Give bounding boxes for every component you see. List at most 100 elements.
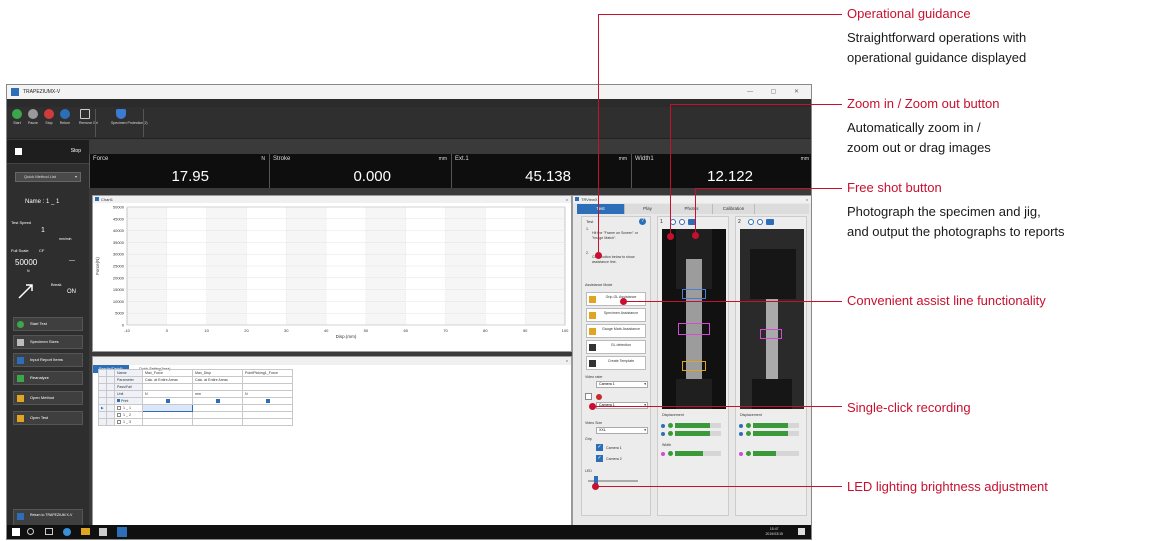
- camera-icon[interactable]: [766, 219, 774, 225]
- return-to-trapezium-button[interactable]: Return to TRAPEZIUM X-V: [13, 509, 83, 526]
- table-row[interactable]: 1 _ 3: [98, 418, 293, 426]
- tab-calibration[interactable]: Calibration: [713, 204, 755, 214]
- trapezium-taskbar-icon[interactable]: [117, 527, 127, 537]
- column-cell[interactable]: mm: [192, 390, 243, 398]
- pause-button[interactable]: Pause: [27, 109, 39, 125]
- grip-camera1-checkbox[interactable]: ✓: [596, 444, 603, 451]
- video-size-select[interactable]: XXL ▾: [596, 427, 648, 434]
- print-cell[interactable]: [142, 397, 193, 405]
- leader-line-assist: [626, 301, 842, 302]
- row-name-cell[interactable]: 1 _ 2: [114, 411, 143, 419]
- column-cell[interactable]: PointPicking1_Force: [242, 369, 293, 377]
- table-row[interactable]: ▶ 1 _ 1: [98, 404, 293, 412]
- specimen-sizes-button[interactable]: Specimen Sizes: [13, 335, 83, 349]
- column-cell[interactable]: Calc. at Entire Areas: [192, 376, 243, 384]
- test-speed-value[interactable]: 1: [41, 227, 45, 234]
- column-cell[interactable]: [192, 383, 243, 391]
- window-controls[interactable]: — ▢ ✕: [747, 85, 807, 99]
- break-value[interactable]: ON: [67, 289, 76, 295]
- record-icon[interactable]: [596, 394, 602, 400]
- record-checkbox[interactable]: [585, 393, 592, 400]
- column-cell[interactable]: Calc. at Entire Areas: [142, 376, 193, 384]
- task-view-icon[interactable]: [45, 528, 53, 535]
- column-cell[interactable]: N: [242, 390, 293, 398]
- quick-method-dropdown[interactable]: Quick Method List ▾: [15, 172, 81, 182]
- start-test-button[interactable]: Start Test: [13, 317, 83, 331]
- specimen-assistance-button[interactable]: Specimen Assistance: [586, 308, 646, 322]
- fixture-top: [750, 249, 796, 299]
- x-tick-label: -10: [124, 328, 131, 333]
- browser-icon[interactable]: [63, 528, 71, 536]
- result-cell[interactable]: [192, 404, 243, 412]
- result-cell[interactable]: [142, 418, 193, 426]
- row-checkbox[interactable]: [117, 413, 121, 418]
- result-cell[interactable]: [192, 411, 243, 419]
- table-row[interactable]: 1 _ 2: [98, 411, 293, 419]
- callout-operational-guidance-desc-2: operational guidance displayed: [847, 50, 1027, 65]
- column-cell[interactable]: Max_Force: [142, 369, 193, 377]
- windows-start-icon[interactable]: [12, 528, 20, 536]
- result-cell[interactable]: [192, 418, 243, 426]
- tab-test[interactable]: Test: [577, 204, 625, 214]
- result-cell[interactable]: [242, 404, 293, 412]
- notification-icon[interactable]: [798, 528, 805, 535]
- x-tick-label: 80: [483, 328, 488, 333]
- reanalyze-button[interactable]: Reanalyze: [13, 371, 83, 385]
- input-report-items-button[interactable]: Input Report Items: [13, 353, 83, 367]
- zoom-in-button[interactable]: [748, 219, 754, 225]
- row-name-cell[interactable]: 1 _ 1: [114, 404, 143, 412]
- column-cell[interactable]: N: [142, 390, 193, 398]
- row-name-cell[interactable]: 1 _ 3: [114, 418, 143, 426]
- start-button[interactable]: Start: [11, 109, 23, 125]
- column-cell[interactable]: [142, 383, 193, 391]
- result-cell[interactable]: [242, 411, 293, 419]
- leader-dot-recording: [589, 403, 596, 410]
- video-size-label: Video Size: [585, 421, 603, 425]
- create-template-button[interactable]: Create Template: [586, 356, 646, 370]
- camera-number: 2: [738, 219, 741, 225]
- stop-indicator[interactable]: Stop: [7, 140, 89, 164]
- grip-gl-assistance-button[interactable]: Grip-GL Assistance: [586, 292, 646, 306]
- result-cell[interactable]: [242, 418, 293, 426]
- gl-detection-button[interactable]: GL detection: [586, 340, 646, 354]
- close-icon[interactable]: x: [806, 196, 808, 203]
- remove-grl-button[interactable]: Remove Grl: [79, 109, 98, 125]
- close-icon[interactable]: x: [566, 357, 568, 365]
- readout-name: Ext.1: [455, 156, 469, 162]
- tab-photos[interactable]: Photos: [671, 204, 713, 214]
- zoom-out-button[interactable]: [757, 219, 763, 225]
- grip-camera2-checkbox[interactable]: ✓: [596, 455, 603, 462]
- search-icon[interactable]: [27, 528, 34, 535]
- specimen-protection-button[interactable]: Specimen Protection(2): [111, 109, 148, 125]
- gauge-mark-assistance-button[interactable]: Gauge Mark Assistance: [586, 324, 646, 338]
- close-icon[interactable]: x: [566, 196, 568, 203]
- open-test-button[interactable]: Open Test: [13, 411, 83, 425]
- app-icon[interactable]: [99, 528, 107, 536]
- result-cell[interactable]: [142, 411, 193, 419]
- column-cell[interactable]: Max_Disp: [192, 369, 243, 377]
- print-cell[interactable]: [242, 397, 293, 405]
- guidance-title: Test: [586, 219, 594, 224]
- results-panel: Results(Detail) Quick Setting(Area) x Na…: [92, 356, 572, 539]
- help-icon[interactable]: ?: [639, 218, 646, 225]
- column-cell[interactable]: [242, 383, 293, 391]
- print-cell[interactable]: [192, 397, 243, 405]
- readout-unit: mm: [800, 156, 809, 162]
- zoom-out-button[interactable]: [679, 219, 685, 225]
- row-checkbox[interactable]: [117, 420, 121, 425]
- print-checkbox[interactable]: [117, 399, 120, 402]
- column-cell[interactable]: [242, 376, 293, 384]
- stop-button[interactable]: Stop: [43, 109, 55, 125]
- leader-dot-assist: [620, 298, 627, 305]
- return-button[interactable]: Return: [59, 109, 71, 125]
- status-check-icon: [668, 431, 673, 436]
- camera-1-view: 1 Displacement Width: [657, 216, 729, 516]
- full-scale-value[interactable]: 50000: [15, 258, 37, 267]
- tab-play[interactable]: Play: [625, 204, 671, 214]
- row-checkbox[interactable]: [117, 406, 121, 411]
- video-camera-select[interactable]: Camera 1 ▾: [596, 381, 648, 388]
- result-cell[interactable]: [142, 404, 193, 412]
- clock[interactable]: 15:47 2019/03/15: [765, 527, 783, 537]
- file-explorer-icon[interactable]: [81, 528, 90, 535]
- open-method-button[interactable]: Open Method: [13, 391, 83, 405]
